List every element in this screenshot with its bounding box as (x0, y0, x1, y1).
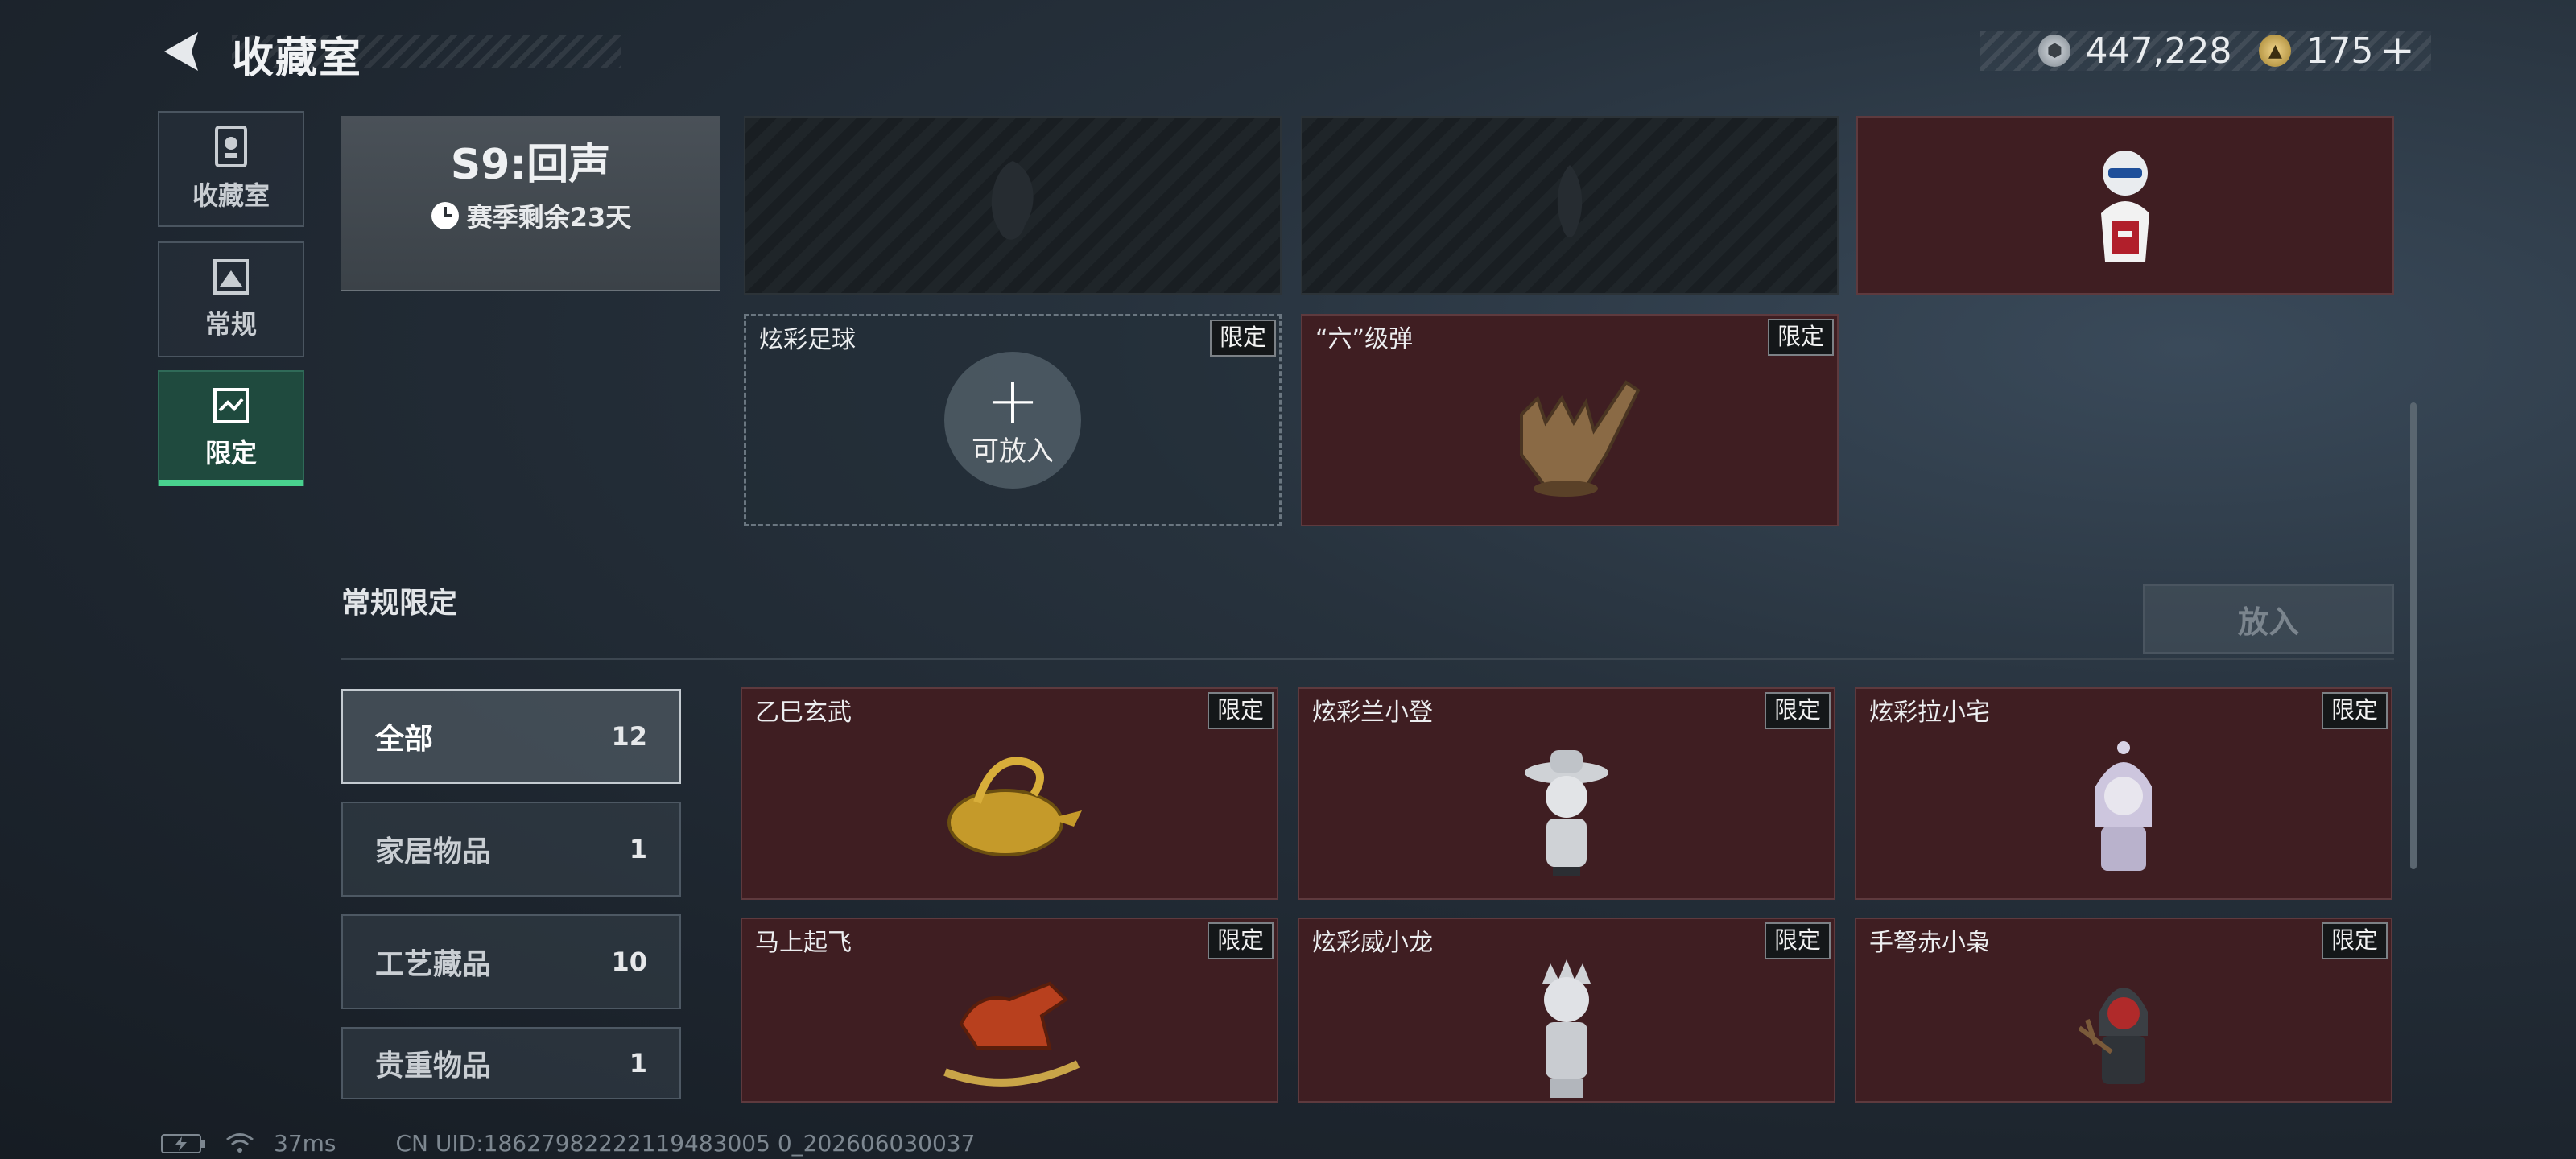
category-label: 家居物品 (375, 835, 492, 868)
locked-slot (1301, 116, 1839, 295)
category-label: 工艺藏品 (375, 948, 492, 981)
divider (341, 658, 2394, 660)
collectible-card[interactable]: “六”级弹 限定 (1301, 314, 1839, 526)
limited-tag: 限定 (1764, 692, 1831, 729)
collectible-card[interactable]: 手弩赤小枭 限定 (1855, 918, 2392, 1103)
golden-turtle-snake-icon (947, 757, 1082, 856)
category-label: 全部 (375, 723, 434, 756)
clock-icon (431, 202, 459, 229)
place-button[interactable]: + 可放入 (944, 352, 1081, 489)
collectible-slot-empty[interactable]: 炫彩足球 限定 + 可放入 (744, 314, 1282, 526)
uid-text: CN UID:18627982222119483005 0_2026060300… (395, 1130, 976, 1157)
silver-coin-icon: ⬢ (2038, 35, 2071, 67)
limited-tag: 限定 (2321, 922, 2388, 959)
place-label: 可放入 (972, 435, 1054, 468)
collectible-card[interactable]: 乙巳玄武 限定 (741, 687, 1278, 900)
crossbow-owl-figure-icon (2079, 988, 2148, 1085)
category-count: 1 (629, 834, 647, 864)
colonel-figure-icon (2101, 151, 2149, 262)
collectible-card[interactable]: 炫彩拉小宅 限定 (1855, 687, 2392, 900)
ping-value: 37ms (274, 1130, 336, 1157)
status-footer: 37ms CN UID:18627982222119483005 0_20260… (161, 1130, 975, 1157)
limited-tag: 限定 (1207, 692, 1274, 729)
scrollbar[interactable] (2410, 402, 2417, 869)
limited-tag: 限定 (1767, 319, 1834, 356)
wifi-icon (226, 1132, 254, 1153)
card-name: 炫彩拉小宅 (1869, 699, 1990, 727)
silhouette-icon (991, 161, 1034, 240)
category-label: 贵重物品 (375, 1050, 492, 1083)
card-name: “六”级弹 (1315, 325, 1414, 353)
add-currency-button[interactable]: + (2380, 27, 2415, 75)
limited-tag: 限定 (1764, 922, 1831, 959)
picture-icon (213, 259, 249, 295)
limited-icon (213, 388, 249, 423)
hand-gesture-icon (1520, 380, 1641, 497)
collectible-card[interactable]: 马上起飞 限定 (741, 918, 1278, 1103)
category-crafts[interactable]: 工艺藏品 10 (341, 914, 681, 1009)
category-count: 1 (629, 1048, 647, 1079)
limited-tag: 限定 (1207, 922, 1274, 959)
trophy-icon (215, 126, 247, 167)
plus-icon: + (985, 362, 1040, 438)
page-title: 收藏室 (232, 35, 363, 83)
hooded-figure-icon (2095, 740, 2152, 871)
category-valuables[interactable]: 贵重物品 1 (341, 1027, 681, 1099)
category-count: 10 (611, 947, 647, 977)
nav-item-regular[interactable]: 常规 (158, 241, 304, 357)
nav-label: 常规 (204, 309, 257, 340)
locked-slot (744, 116, 1282, 295)
limited-tag: 限定 (2321, 692, 2388, 729)
gold-triangle-coin-icon: ▲ (2259, 35, 2292, 67)
card-name: 手弩赤小枭 (1869, 929, 1990, 957)
card-name: 炫彩威小龙 (1312, 929, 1433, 957)
battery-charging-icon (161, 1133, 205, 1153)
silhouette-icon (1557, 165, 1583, 237)
category-all[interactable]: 全部 12 (341, 689, 681, 784)
nav-label: 收藏室 (192, 180, 270, 211)
collectible-card[interactable]: 炫彩兰小登 限定 (1298, 687, 1835, 900)
nav-item-limited[interactable]: 限定 (158, 370, 304, 486)
limited-tag: 限定 (1209, 320, 1276, 357)
put-in-button[interactable]: 放入 (2143, 584, 2394, 654)
season-remaining: 赛季剩余23天 (466, 202, 632, 233)
currency-bar: ⬢ 447,228 ▲ 175 + (1980, 27, 2431, 75)
silver-coin-value: 447,228 (2085, 30, 2232, 72)
season-card: S9:回声 赛季剩余23天 (341, 116, 720, 291)
collectible-card[interactable] (1856, 116, 2394, 295)
nav-item-collection-room[interactable]: 收藏室 (158, 111, 304, 227)
section-title: 常规限定 (341, 587, 458, 620)
card-name: 马上起飞 (755, 929, 852, 957)
card-name: 乙巳玄武 (755, 699, 852, 727)
rocking-horse-icon (943, 981, 1080, 1087)
back-arrow-icon[interactable] (158, 27, 206, 76)
sombrero-figure-icon (1525, 749, 1608, 876)
card-name: 炫彩兰小登 (1312, 699, 1433, 727)
gold-coin-value: 175 (2306, 30, 2374, 72)
dragon-figure-icon (1542, 959, 1591, 1099)
season-title: S9:回声 (450, 141, 611, 189)
collectible-card[interactable]: 炫彩威小龙 限定 (1298, 918, 1835, 1103)
category-home[interactable]: 家居物品 1 (341, 802, 681, 897)
card-name: 炫彩足球 (759, 326, 856, 354)
category-count: 12 (611, 721, 647, 752)
nav-label: 限定 (204, 438, 257, 468)
